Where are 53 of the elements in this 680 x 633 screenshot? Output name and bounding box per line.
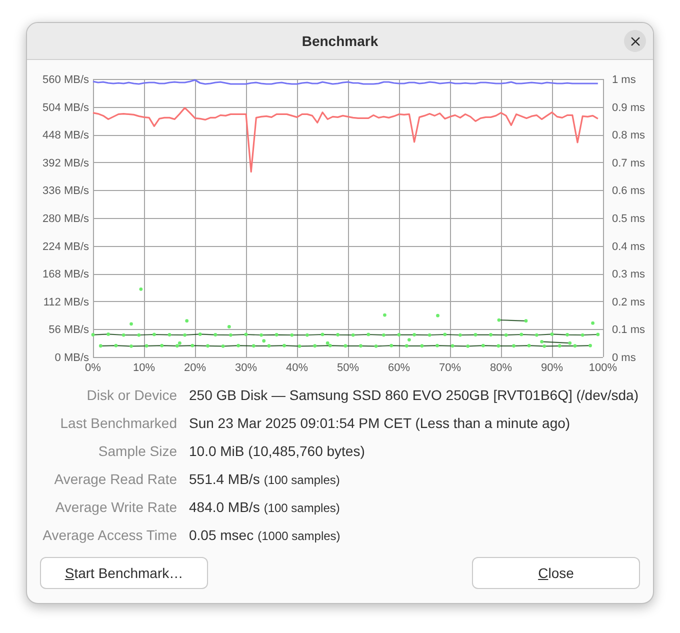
axis-label: 0.5 ms [612,213,646,225]
axis-label: 0.1 ms [612,324,646,336]
axis-label: 0.4 ms [612,240,646,253]
field-label: Average Read Rate [53,471,177,487]
sample-count: (100 samples) [264,473,340,487]
axis-label: 20% [184,362,206,374]
sample-count: (1000 samples) [258,529,340,543]
axis-label: 1 ms [612,74,636,86]
axis-label: 10% [132,362,156,374]
close-button[interactable]: Close [472,557,640,589]
axis-label: 70% [438,362,462,374]
axis-label: 280 MB/s [42,213,89,225]
axis-label: 112 MB/s [43,296,89,308]
axis-label: 560 MB/s [42,74,89,86]
axis-label: 80% [490,362,512,374]
axis-label: 392 MB/s [42,157,89,170]
start-benchmark-button[interactable]: Start Benchmark… [40,557,208,589]
field-value: 10.0 MiB (10,485,760 bytes) [189,443,365,459]
axis-label: 30% [234,362,258,374]
axis-label: 0% [85,362,101,374]
axis-label: 0.8 ms [612,130,646,142]
axis-label: 0.7 ms [612,157,646,170]
axis-label: 504 MB/s [42,102,89,114]
field-value: 0.05 msec [189,527,254,543]
axis-label: 224 MB/s [42,240,89,253]
window-title: Benchmark [302,33,378,49]
axis-label: 0 MB/s [54,352,89,364]
axis-label: 0.6 ms [612,185,646,198]
field-label: Average Write Rate [54,499,177,515]
axis-label: 50% [336,362,360,374]
field-label: Sample Size [97,443,177,459]
close-icon [630,36,640,46]
sample-count: (100 samples) [264,501,340,515]
axis-label: 336 MB/s [42,185,89,198]
axis-label: 40% [286,362,308,374]
field-label: Last Benchmarked [59,415,177,431]
axis-label: 0 ms [612,352,636,364]
field-label: Average Access Time [42,527,177,543]
axis-label: 90% [540,362,564,374]
field-value: Sun 23 Mar 2025 09:01:54 PM CET (Less than a minute ago) [189,415,570,431]
axis-label: 100% [588,362,618,374]
window-close-button[interactable] [624,30,646,52]
axis-label: 60% [388,362,410,374]
field-value: 484.0 MB/s [189,499,260,515]
axis-label: 0.9 ms [612,102,646,114]
axis-label: 448 MB/s [42,130,89,142]
field-value: 250 GB Disk — Samsung SSD 860 EVO 250GB [RVT01B6Q] (/dev/sda) [189,387,639,403]
axis-label: 168 MB/s [42,268,89,281]
field-value: 551.4 MB/s [189,471,260,487]
field-label: Disk or Device [86,387,177,403]
axis-label: 0.3 ms [612,268,646,281]
axis-label: 0.2 ms [612,296,646,308]
axis-label: 56 MB/s [48,324,89,336]
